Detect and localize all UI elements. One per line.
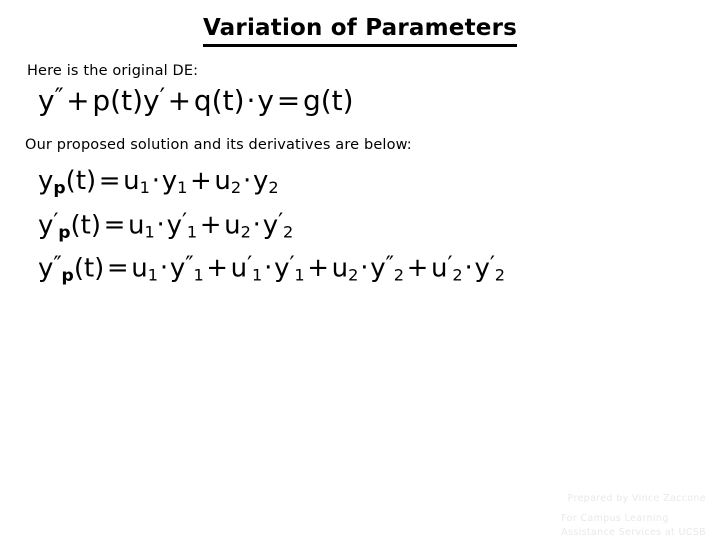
eq-yp2-t3-u-sub: 2 — [348, 265, 359, 285]
eq-yp-arg: (t) — [65, 166, 97, 196]
eq-yp1-subscript-p: p — [58, 222, 71, 243]
eq-yp2-t1-y-sub: 1 — [193, 265, 204, 285]
equation-original-de: y″+p(t)y′+q(t)·y=g(t) — [38, 85, 354, 115]
eq-yp2-t1-u-sub: 1 — [147, 265, 159, 285]
eq-yp-u2: u — [214, 166, 231, 196]
eq-yp-u2-sub: 2 — [230, 177, 242, 197]
footer-author: Prepared by Vince Zaccone — [568, 492, 706, 506]
eq-yp2-t2-y: y — [274, 253, 290, 284]
eq-yp1-u1: u — [128, 210, 145, 241]
eq-de-y: y — [38, 83, 55, 117]
eq-yp2-plus-3: + — [406, 253, 429, 284]
eq-yp1-equals: = — [103, 210, 126, 241]
eq-yp1-y2-sub: 2 — [282, 222, 294, 242]
page-title: Variation of Parameters — [0, 15, 720, 47]
eq-de-dot-1: · — [246, 83, 256, 117]
equation-particular-solution: yp(t)=u1·y1+u2·y2 — [38, 168, 279, 198]
eq-yp1-y: y — [38, 210, 54, 241]
eq-yp2-t2-u-sub: 1 — [252, 265, 263, 285]
equation-first-derivative: y′p(t)=u1·y′1+u2·y′2 — [38, 211, 293, 242]
eq-de-plus-1: + — [66, 83, 90, 117]
eq-yp2-t1-dot: · — [159, 253, 169, 284]
eq-yp1-dot-1: · — [156, 210, 165, 241]
footer-org-line-2: Assistance Services at UCSB — [561, 526, 706, 538]
eq-yp2-equals: = — [106, 253, 129, 284]
eq-de-g-of-t: g(t) — [302, 83, 354, 117]
eq-yp-y: y — [38, 166, 54, 196]
eq-yp2-t2-u: u — [230, 253, 248, 284]
eq-yp2-subscript-p: p — [61, 265, 74, 286]
eq-yp2-t3-y: y — [370, 253, 386, 284]
eq-yp2-plus-2: + — [307, 253, 330, 284]
footer-org-line-1: For Campus Learning — [561, 513, 669, 524]
eq-yp-y1-sub: 1 — [177, 177, 188, 197]
eq-yp2-t4-u: u — [431, 253, 448, 284]
eq-yp2-t4-u-sub: 2 — [452, 265, 463, 285]
eq-yp2-t3-y-prime: ″ — [385, 252, 394, 278]
eq-yp2-plus-1: + — [206, 253, 229, 284]
eq-yp2-t2-y-sub: 1 — [294, 265, 305, 285]
eq-yp-u1: u — [123, 166, 140, 196]
eq-de-y-3: y — [257, 83, 274, 117]
eq-yp-equals: = — [98, 166, 121, 196]
eq-yp-plus: + — [190, 166, 212, 196]
eq-yp1-dot-2: · — [252, 210, 261, 241]
eq-yp-y2: y — [253, 166, 269, 196]
slide-canvas: Variation of Parameters Here is the orig… — [0, 0, 720, 540]
eq-yp2-t1-y: y — [169, 253, 186, 284]
eq-de-equals: = — [276, 83, 301, 117]
eq-yp1-arg: (t) — [70, 210, 102, 241]
eq-yp2-arg: (t) — [73, 253, 105, 284]
eq-de-p-of-t: p(t) — [92, 83, 144, 117]
eq-yp2-y: y — [38, 253, 54, 284]
eq-yp1-u2: u — [224, 210, 241, 241]
eq-yp2-t3-dot: · — [360, 253, 369, 284]
page-title-text: Variation of Parameters — [202, 15, 518, 47]
eq-yp1-u2-sub: 2 — [240, 222, 251, 242]
eq-yp-dot-2: · — [242, 166, 252, 196]
eq-yp2-double-prime: ″ — [53, 252, 62, 278]
eq-yp1-u1-sub: 1 — [144, 222, 155, 242]
footer-author-line: Prepared by Vince Zaccone — [567, 493, 706, 504]
eq-yp1-y1: y — [166, 210, 183, 241]
eq-yp2-t4-y: y — [474, 253, 490, 284]
eq-yp2-t4-dot: · — [464, 253, 473, 284]
eq-yp2-t1-u: u — [131, 253, 148, 284]
eq-yp-subscript-p: p — [53, 178, 66, 199]
eq-yp2-t2-dot: · — [264, 253, 273, 284]
eq-yp2-t3-y-sub: 2 — [393, 265, 405, 285]
eq-yp-y1: y — [161, 166, 178, 196]
eq-yp-u1-sub: 1 — [139, 177, 150, 197]
eq-yp1-y1-sub: 1 — [186, 222, 198, 242]
eq-de-y-2: y — [143, 83, 160, 117]
eq-yp2-t3-u: u — [331, 253, 349, 284]
eq-yp-y2-sub: 2 — [268, 177, 279, 197]
eq-yp-dot-1: · — [151, 166, 160, 196]
eq-yp1-plus: + — [199, 210, 222, 241]
original-de-caption: Here is the original DE: — [27, 63, 199, 79]
eq-yp2-t4-y-sub: 2 — [494, 265, 506, 285]
eq-de-plus-2: + — [167, 83, 192, 117]
footer-organization: For Campus Learning Assistance Services … — [561, 512, 706, 540]
eq-de-q-of-t: q(t) — [193, 83, 245, 117]
proposed-solution-caption: Our proposed solution and its derivative… — [25, 137, 412, 153]
eq-yp1-y2: y — [262, 210, 279, 241]
equation-second-derivative: y″p(t)=u1·y″1+u′1·y′1+u2·y″2+u′2·y′2 — [38, 254, 505, 285]
